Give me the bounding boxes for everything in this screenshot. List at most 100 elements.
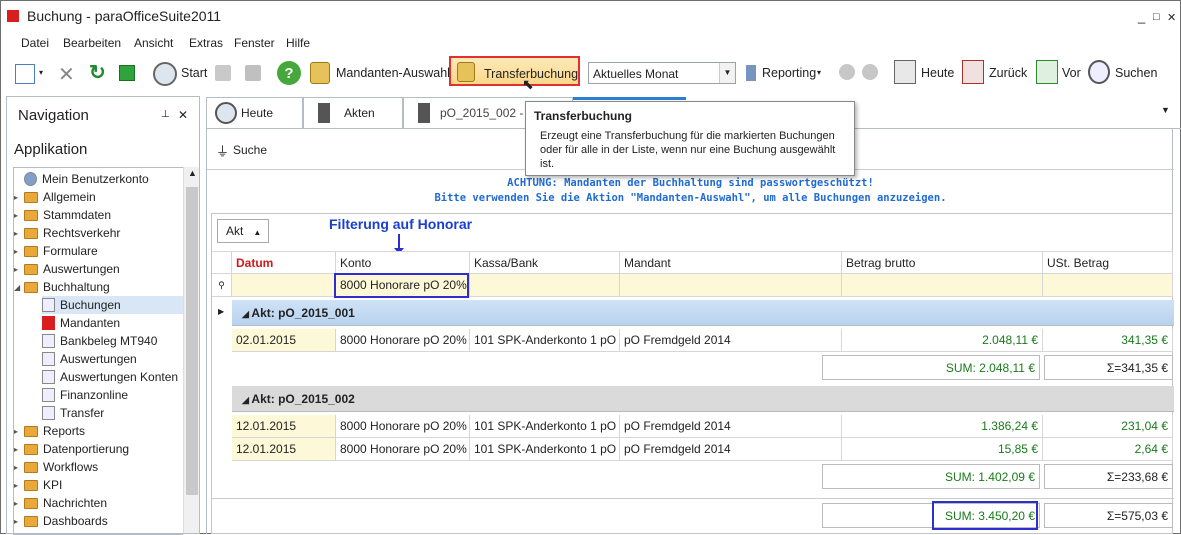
minimize-button[interactable]: _ (1138, 9, 1145, 24)
cell-ust[interactable]: 231,04 € (1043, 415, 1173, 438)
expand-arrow-icon[interactable]: ▸ (14, 193, 24, 202)
cell-konto[interactable]: 8000 Honorare pO 20% (336, 415, 470, 438)
menu-bearbeiten[interactable]: Bearbeiten (63, 36, 121, 50)
suchen-label[interactable]: Suchen (1115, 66, 1157, 80)
expand-arrow-icon[interactable]: ▸ (14, 517, 24, 526)
nav-item-mandanten[interactable]: Mandanten (42, 314, 183, 332)
column-header-kassa-bank[interactable]: Kassa/Bank (470, 251, 620, 274)
expanded-arrow-icon[interactable]: ◢ (14, 283, 24, 292)
cell-kassa[interactable]: 101 SPK-Anderkonto 1 pO (470, 438, 620, 461)
cell-mandant[interactable]: pO Fremdgeld 2014 (620, 415, 842, 438)
clock-start-icon[interactable] (153, 62, 177, 86)
expand-arrow-icon[interactable]: ▸ (14, 211, 24, 220)
collapse-arrow-icon[interactable]: ◢ (242, 309, 251, 319)
nav-item-buchungen[interactable]: Buchungen (42, 296, 183, 314)
delete-icon[interactable]: ✕ (58, 62, 75, 87)
tab-heute[interactable]: Heute (206, 97, 303, 128)
close-button[interactable]: ✕ (1167, 11, 1176, 24)
nav-item-allgemein[interactable]: ▸ Allgemein (14, 188, 183, 206)
cell-datum[interactable]: 12.01.2015 (232, 438, 336, 461)
menu-extras[interactable]: Extras (189, 36, 223, 50)
transferbuchung-button[interactable]: Transferbuchung (449, 56, 580, 86)
cell-kassa[interactable]: 101 SPK-Anderkonto 1 pO (470, 329, 620, 352)
menu-hilfe[interactable]: Hilfe (286, 36, 310, 50)
filter-cell[interactable] (232, 274, 336, 297)
chevron-down-icon[interactable]: ▼ (719, 63, 735, 83)
menu-ansicht[interactable]: Ansicht (134, 36, 173, 50)
chevron-down-icon[interactable]: ▾ (817, 68, 821, 77)
reporting-label[interactable]: Reporting (762, 66, 816, 80)
cell-konto[interactable]: 8000 Honorare pO 20% (336, 438, 470, 461)
cell-betrag[interactable]: 1.386,24 € (842, 415, 1043, 438)
column-header-ust-betrag[interactable]: USt. Betrag (1043, 251, 1173, 274)
filter-cell[interactable] (1043, 274, 1173, 297)
arrow-down-icon[interactable] (862, 64, 878, 80)
chevron-down-icon[interactable]: ▼ (1161, 105, 1170, 115)
group-row[interactable]: ◢ Akt: pO_2015_001 (232, 300, 1174, 326)
nav-item-reports[interactable]: ▸ Reports (14, 422, 183, 440)
nav-item-formulare[interactable]: ▸ Formulare (14, 242, 183, 260)
calendar-forward-icon[interactable] (1036, 60, 1058, 84)
group-by-akt-button[interactable]: Akt ▲ (217, 219, 269, 243)
arrow-up-icon[interactable] (839, 64, 855, 80)
filter-cell[interactable] (842, 274, 1043, 297)
cell-ust[interactable]: 341,35 € (1043, 329, 1173, 352)
expand-arrow-icon[interactable]: ▸ (14, 265, 24, 274)
filter-cell[interactable] (620, 274, 842, 297)
period-select[interactable]: Aktuelles Monat ▼ (588, 62, 736, 84)
calendar-back-icon[interactable] (962, 60, 984, 84)
scroll-thumb[interactable] (186, 187, 198, 495)
nav-item-buchhaltung[interactable]: ◢ Buchhaltung (14, 278, 183, 296)
nav-item-stammdaten[interactable]: ▸ Stammdaten (14, 206, 183, 224)
cell-ust[interactable]: 2,64 € (1043, 438, 1173, 461)
maximize-button[interactable]: □ (1153, 11, 1160, 23)
cell-mandant[interactable]: pO Fremdgeld 2014 (620, 329, 842, 352)
cell-betrag[interactable]: 15,85 € (842, 438, 1043, 461)
column-header-mandant[interactable]: Mandant (620, 251, 842, 274)
new-document-icon[interactable] (15, 64, 35, 84)
tab-akten[interactable]: Akten (303, 97, 403, 128)
chevron-down-icon[interactable]: ▾ (39, 68, 43, 77)
mandanten-auswahl-label[interactable]: Mandanten-Auswahl (336, 66, 450, 80)
print-icon[interactable] (215, 65, 231, 81)
start-label[interactable]: Start (181, 66, 207, 80)
nav-item-finanzonline[interactable]: Finanzonline (42, 386, 183, 404)
cell-betrag[interactable]: 2.048,11 € (842, 329, 1043, 352)
filter-icon[interactable]: ⏚ (216, 141, 229, 160)
suche-button[interactable]: Suche (233, 143, 267, 157)
column-header-betrag-brutto[interactable]: Betrag brutto (842, 251, 1043, 274)
expand-arrow-icon[interactable]: ▸ (14, 499, 24, 508)
refresh-icon[interactable]: ↻ (89, 60, 106, 85)
copy-icon[interactable] (245, 65, 261, 81)
nav-scrollbar[interactable]: ▲ (183, 167, 199, 533)
vor-label[interactable]: Vor (1062, 66, 1081, 80)
menu-fenster[interactable]: Fenster (234, 36, 275, 50)
nav-item-bankbeleg-mt940[interactable]: Bankbeleg MT940 (42, 332, 183, 350)
expand-arrow-icon[interactable]: ▸ (14, 445, 24, 454)
lock-icon[interactable] (310, 62, 330, 84)
nav-item-dashboards[interactable]: ▸ Dashboards (14, 512, 183, 530)
nav-item-workflows[interactable]: ▸ Workflows (14, 458, 183, 476)
filter-cell[interactable] (470, 274, 620, 297)
calendar-today-icon[interactable] (894, 60, 916, 84)
nav-item-auswertungen[interactable]: Auswertungen (42, 350, 183, 368)
help-icon[interactable]: ? (277, 61, 301, 85)
expand-arrow-icon[interactable]: ▸ (14, 247, 24, 256)
heute-label[interactable]: Heute (921, 66, 954, 80)
green-square-icon[interactable] (119, 65, 135, 81)
nav-item-kpi[interactable]: ▸ KPI (14, 476, 183, 494)
nav-item-transfer[interactable]: Transfer (42, 404, 183, 422)
nav-item-auswertungen[interactable]: ▸ Auswertungen (14, 260, 183, 278)
group-row[interactable]: ◢ Akt: pO_2015_002 (232, 386, 1174, 412)
menu-datei[interactable]: Datei (21, 36, 49, 50)
nav-item-auswertungen-konten[interactable]: Auswertungen Konten (42, 368, 183, 386)
column-header-konto[interactable]: Konto (336, 251, 470, 274)
search-clock-icon[interactable] (1088, 60, 1110, 84)
nav-item-nachrichten[interactable]: ▸ Nachrichten (14, 494, 183, 512)
collapse-arrow-icon[interactable]: ◢ (242, 395, 251, 405)
cell-mandant[interactable]: pO Fremdgeld 2014 (620, 438, 842, 461)
zurueck-label[interactable]: Zurück (989, 66, 1027, 80)
cell-datum[interactable]: 02.01.2015 (232, 329, 336, 352)
cell-datum[interactable]: 12.01.2015 (232, 415, 336, 438)
cell-kassa[interactable]: 101 SPK-Anderkonto 1 pO (470, 415, 620, 438)
